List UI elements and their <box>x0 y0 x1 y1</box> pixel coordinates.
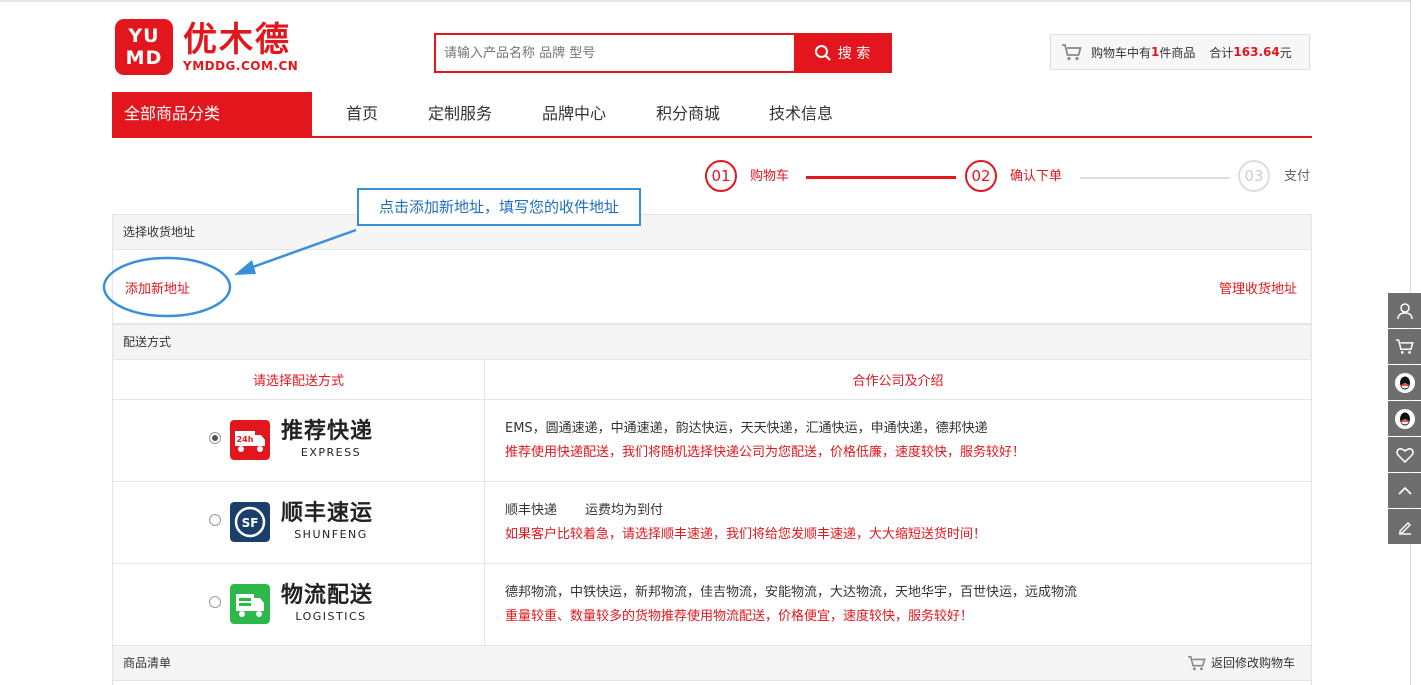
logo-badge-top: YU <box>128 25 160 47</box>
cart-prefix: 购物车中有 <box>1091 45 1152 60</box>
back-to-cart-link[interactable]: 返回修改购物车 <box>1187 646 1295 680</box>
sf-logo-icon: SF <box>230 502 270 542</box>
step-1-number: 01 <box>705 160 737 192</box>
logo-text: 优木德 YMDDG.COM.CN <box>183 21 298 73</box>
cart-summary[interactable]: 购物车中有 1 件商品 合计 163.64 元 <box>1050 34 1310 70</box>
nav-item-points-mall[interactable]: 积分商城 <box>656 92 720 136</box>
shunfeng-desc-cell: 顺丰快递 运费均为到付 如果客户比较着急，请选择顺丰速递，我们将给您发顺丰速递，大… <box>484 481 1312 564</box>
search-icon <box>814 45 831 61</box>
cart-icon <box>1062 44 1082 61</box>
top-border <box>0 0 1410 2</box>
step-1-label: 购物车 <box>750 169 790 184</box>
shipping-header-row: 请选择配送方式 合作公司及介绍 <box>112 359 1312 400</box>
shunfeng-carriers: 顺丰快递 运费均为到付 <box>505 499 1311 523</box>
nav-item-home[interactable]: 首页 <box>346 92 378 136</box>
sidebar-qq-button-1[interactable] <box>1388 365 1421 400</box>
logo-badge: YU MD <box>115 19 173 75</box>
nav-item-custom-service[interactable]: 定制服务 <box>428 92 492 136</box>
cart-currency: 元 <box>1279 45 1292 60</box>
logistics-option-cell[interactable]: 物流配送 LOGISTICS <box>112 563 485 646</box>
sidebar-qq-button-2[interactable] <box>1388 401 1421 436</box>
express-truck-icon: 24h <box>230 420 270 460</box>
search-button[interactable]: 搜 索 <box>794 35 890 71</box>
cart-suffix: 件商品 <box>1159 45 1196 60</box>
search-input[interactable] <box>436 35 794 71</box>
cart-icon <box>1188 655 1206 671</box>
search-bar: 搜 索 <box>434 33 892 73</box>
shipping-option-logistics: 物流配送 LOGISTICS 德邦物流，中铁快运，新邦物流，佳吉物流，安能物流，… <box>112 563 1312 646</box>
user-icon <box>1396 302 1413 319</box>
sidebar-favorite-button[interactable] <box>1388 437 1421 472</box>
logo-name: 优木德 <box>183 20 291 60</box>
express-carriers: EMS，圆通速递，中通速递，韵达快运，天天快递，汇通快运，申通快递，德邦快递 <box>505 420 988 436</box>
step-3-number: 03 <box>1238 160 1270 192</box>
heart-icon <box>1395 447 1414 463</box>
step-3-label: 支付 <box>1284 169 1311 184</box>
main-nav: 全部商品分类 首页 定制服务 品牌中心 积分商城 技术信息 <box>112 92 1312 138</box>
logistics-desc-cell: 德邦物流，中铁快运，新邦物流，佳吉物流，安能物流，大达物流，天地华宇，百世快运，… <box>484 563 1312 646</box>
back-to-cart-label: 返回修改购物车 <box>1210 656 1295 670</box>
chevron-up-icon <box>1397 486 1412 495</box>
shipping-option-express: 24h 推荐快递 EXPRESS EMS，圆通速递，中通速递，韵达快运，天天快递… <box>112 399 1312 482</box>
step-2-label: 确认下单 <box>1010 169 1063 184</box>
cart-total-label: 合计 <box>1209 45 1234 60</box>
logistics-truck-icon <box>230 584 270 624</box>
floating-sidebar <box>1388 293 1421 545</box>
goods-section-title: 商品清单 <box>123 656 172 670</box>
qq-icon <box>1394 408 1415 429</box>
shipping-col-choose: 请选择配送方式 <box>112 359 485 400</box>
site-logo[interactable]: YU MD 优木德 YMDDG.COM.CN <box>115 19 298 75</box>
logistics-carriers: 德邦物流，中铁快运，新邦物流，佳吉物流，安能物流，大达物流，天地华宇，百世快运，… <box>505 584 1078 600</box>
shunfeng-fee-note: 运费均为到付 <box>585 502 664 518</box>
step-line-2 <box>1080 177 1230 179</box>
shipping-table: 请选择配送方式 合作公司及介绍 24h 推荐快递 EXPRESS EMS，圆通速… <box>112 359 1312 646</box>
nav-item-tech-info[interactable]: 技术信息 <box>769 92 833 136</box>
shunfeng-option-cell[interactable]: SF 顺丰速运 SHUNFENG <box>112 481 485 564</box>
cart-count: 1 <box>1151 45 1160 59</box>
all-categories-button[interactable]: 全部商品分类 <box>112 92 312 136</box>
step-line-1 <box>806 176 956 179</box>
shunfeng-radio[interactable] <box>209 514 221 526</box>
annotation-callout: 点击添加新地址，填写您的收件地址 <box>357 188 641 226</box>
goods-table-top <box>112 681 1312 685</box>
shunfeng-note: 如果客户比较着急，请选择顺丰速递，我们将给您发顺丰速递，大大缩短送货时间！ <box>505 526 987 542</box>
sf-badge-text: SF <box>242 516 259 530</box>
logistics-radio[interactable] <box>209 596 221 608</box>
annotation-arrow <box>102 228 357 318</box>
sidebar-top-button[interactable] <box>1388 473 1421 508</box>
step-2-number: 02 <box>965 160 997 192</box>
shunfeng-title: 顺丰速运 <box>281 501 374 526</box>
goods-section-header: 商品清单 返回修改购物车 <box>112 645 1312 681</box>
manage-address-link[interactable]: 管理收货地址 <box>1219 278 1297 297</box>
logistics-title: 物流配送 <box>281 583 374 608</box>
cart-total-value: 163.64 <box>1233 45 1280 59</box>
shipping-option-shunfeng: SF 顺丰速运 SHUNFENG 顺丰快递 运费均为到付 如果客户比较着急，请选择… <box>112 481 1312 564</box>
express-title: 推荐快递 <box>281 419 374 444</box>
shunfeng-subtitle: SHUNFENG <box>294 528 368 541</box>
express-badge-text: 24h <box>237 435 254 444</box>
express-radio[interactable] <box>209 432 221 444</box>
express-desc-cell: EMS，圆通速递，中通速递，韵达快运，天天快递，汇通快运，申通快递，德邦快递 推… <box>484 399 1312 482</box>
shipping-col-company: 合作公司及介绍 <box>484 359 1312 400</box>
shunfeng-carrier-name: 顺丰快递 <box>505 502 558 518</box>
edit-icon <box>1398 521 1411 535</box>
search-button-label: 搜 索 <box>837 46 871 62</box>
sidebar-feedback-button[interactable] <box>1388 509 1421 544</box>
express-option-cell[interactable]: 24h 推荐快递 EXPRESS <box>112 399 485 482</box>
logo-badge-bottom: MD <box>125 47 163 69</box>
express-subtitle: EXPRESS <box>300 446 362 459</box>
nav-item-brand-center[interactable]: 品牌中心 <box>542 92 606 136</box>
logistics-note: 重量较重、数量较多的货物推荐使用物流配送，价格便宜，速度较快，服务较好！ <box>505 608 974 624</box>
sidebar-cart-button[interactable] <box>1388 329 1421 364</box>
sidebar-user-button[interactable] <box>1388 293 1421 328</box>
logistics-subtitle: LOGISTICS <box>295 610 367 623</box>
logo-domain: YMDDG.COM.CN <box>183 59 299 73</box>
qq-icon <box>1394 372 1415 393</box>
cart-icon <box>1395 339 1414 354</box>
shipping-section-title: 配送方式 <box>112 324 1312 360</box>
express-note: 推荐使用快递配送，我们将随机选择快递公司为您配送，价格低廉，速度较快，服务较好！ <box>505 444 1026 460</box>
